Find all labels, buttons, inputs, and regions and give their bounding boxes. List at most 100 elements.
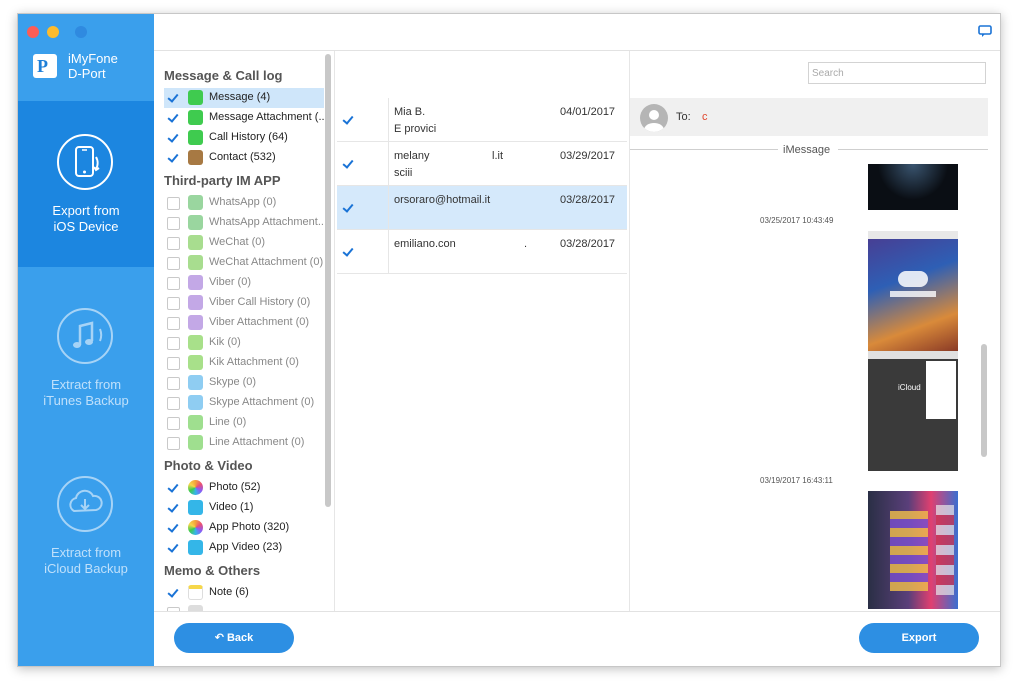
row-checkbox[interactable] [342, 202, 354, 214]
checkbox[interactable] [167, 542, 178, 553]
checkbox[interactable] [167, 417, 180, 430]
phone-icon [188, 130, 203, 145]
category-scrollbar[interactable] [325, 54, 331, 507]
to-label: To: [676, 111, 691, 123]
app-name-line1: iMyFone [68, 51, 118, 66]
message-image[interactable]: iCloud [868, 351, 958, 471]
message-sender: melany [394, 150, 430, 162]
avatar [640, 104, 668, 132]
message-date: 03/28/2017 [560, 194, 616, 206]
back-button[interactable]: ↶ Back [174, 623, 294, 653]
kik-icon [188, 335, 203, 350]
line-attachment-icon [188, 435, 203, 450]
row-divider [388, 230, 389, 273]
export-button[interactable]: Export [859, 623, 979, 653]
category-item-whatsapp[interactable]: WhatsApp (0) [164, 193, 324, 213]
checkbox[interactable] [167, 237, 180, 250]
row-checkbox[interactable] [342, 158, 354, 170]
category-item-message[interactable]: Message (4) [164, 88, 324, 108]
viber-call-icon [188, 295, 203, 310]
checkbox[interactable] [167, 217, 180, 230]
minimize-window-button[interactable] [47, 26, 59, 38]
message-sender: emiliano.con [394, 238, 456, 250]
close-window-button[interactable] [27, 26, 39, 38]
category-item-line[interactable]: Line (0) [164, 413, 324, 433]
search-input[interactable]: Search [808, 62, 986, 84]
category-item-wechat-attachment[interactable]: WeChat Attachment (0) [164, 253, 324, 273]
category-item-app-photo[interactable]: App Photo (320) [164, 518, 324, 538]
to-recipient: c [702, 111, 708, 123]
nav-extract-icloud-backup[interactable]: Extract from iCloud Backup [18, 435, 154, 605]
checkbox[interactable] [167, 297, 180, 310]
category-item-message-attachment[interactable]: Message Attachment (... [164, 108, 328, 128]
checkbox[interactable] [167, 277, 180, 290]
message-image[interactable] [868, 231, 958, 351]
category-item-viber[interactable]: Viber (0) [164, 273, 324, 293]
checkbox[interactable] [167, 92, 178, 103]
checkbox[interactable] [167, 152, 178, 163]
category-item-note[interactable]: Note (6) [164, 583, 324, 603]
feedback-icon[interactable] [978, 24, 992, 38]
wechat-attachment-icon [188, 255, 203, 270]
row-checkbox[interactable] [342, 114, 354, 126]
category-item-skype[interactable]: Skype (0) [164, 373, 324, 393]
message-row[interactable]: Mia B. E provici 04/01/2017 [337, 98, 627, 142]
checkbox[interactable] [167, 317, 180, 330]
message-image[interactable] [868, 164, 958, 210]
message-list: Mia B. E provici 04/01/2017 melany l.it … [337, 51, 630, 611]
checkbox[interactable] [167, 502, 178, 513]
message-row-selected[interactable]: orsoraro@hotmail.it 03/28/2017 [337, 186, 627, 230]
conversation-scrollbar[interactable] [981, 344, 987, 457]
app-name-line2: D-Port [68, 66, 106, 81]
message-preview: E provici [394, 123, 437, 135]
category-item-line-attachment[interactable]: Line Attachment (0) [164, 433, 324, 453]
category-item-whatsapp-attachment[interactable]: WhatsApp Attachment... [164, 213, 327, 233]
skype-attachment-icon [188, 395, 203, 410]
category-item-app-video[interactable]: App Video (23) [164, 538, 324, 558]
category-item-voice-memo[interactable] [164, 603, 324, 611]
checkbox[interactable] [167, 112, 178, 123]
icloud-label: iCloud [898, 383, 921, 392]
category-item-viber-attachment[interactable]: Viber Attachment (0) [164, 313, 324, 333]
category-item-skype-attachment[interactable]: Skype Attachment (0) [164, 393, 324, 413]
kik-attachment-icon [188, 355, 203, 370]
checkbox[interactable] [167, 337, 180, 350]
category-item-photo[interactable]: Photo (52) [164, 478, 324, 498]
row-checkbox[interactable] [342, 246, 354, 258]
category-item-wechat[interactable]: WeChat (0) [164, 233, 324, 253]
checkbox[interactable] [167, 132, 178, 143]
nav-icloud-label: Extract from iCloud Backup [44, 545, 128, 576]
app-logo-icon: P [33, 54, 57, 78]
zoom-window-button[interactable] [75, 26, 87, 38]
wechat-icon [188, 235, 203, 250]
message-row[interactable]: emiliano.con . 03/28/2017 [337, 230, 627, 274]
category-item-viber-call-history[interactable]: Viber Call History (0) [164, 293, 324, 313]
checkbox[interactable] [167, 197, 180, 210]
nav-export-label: Export from iOS Device [52, 203, 120, 234]
nav-extract-itunes-backup[interactable]: Extract from iTunes Backup [18, 267, 154, 435]
message-image[interactable] [868, 491, 958, 609]
sidebar: P iMyFone D-Port Export fromiOS Device [18, 14, 154, 666]
checkbox[interactable] [167, 522, 178, 533]
message-row[interactable]: melany l.it sciii 03/29/2017 [337, 142, 627, 186]
back-label: Back [226, 632, 254, 644]
whatsapp-icon [188, 195, 203, 210]
checkbox[interactable] [167, 437, 180, 450]
category-item-kik[interactable]: Kik (0) [164, 333, 324, 353]
checkbox[interactable] [167, 587, 178, 598]
note-icon [188, 585, 203, 600]
message-timestamp: 03/19/2017 16:43:11 [760, 476, 833, 485]
checkbox[interactable] [167, 482, 178, 493]
divider [838, 149, 988, 150]
checkbox[interactable] [167, 257, 180, 270]
category-item-kik-attachment[interactable]: Kik Attachment (0) [164, 353, 324, 373]
category-item-contact[interactable]: Contact (532) [164, 148, 324, 168]
checkbox[interactable] [167, 397, 180, 410]
checkbox[interactable] [167, 377, 180, 390]
phone-export-icon [57, 134, 113, 190]
cloud-download-icon [57, 476, 113, 532]
nav-export-ios-device[interactable]: Export from iOS Device [18, 101, 154, 267]
category-item-video[interactable]: Video (1) [164, 498, 324, 518]
category-item-call-history[interactable]: Call History (64) [164, 128, 324, 148]
checkbox[interactable] [167, 357, 180, 370]
